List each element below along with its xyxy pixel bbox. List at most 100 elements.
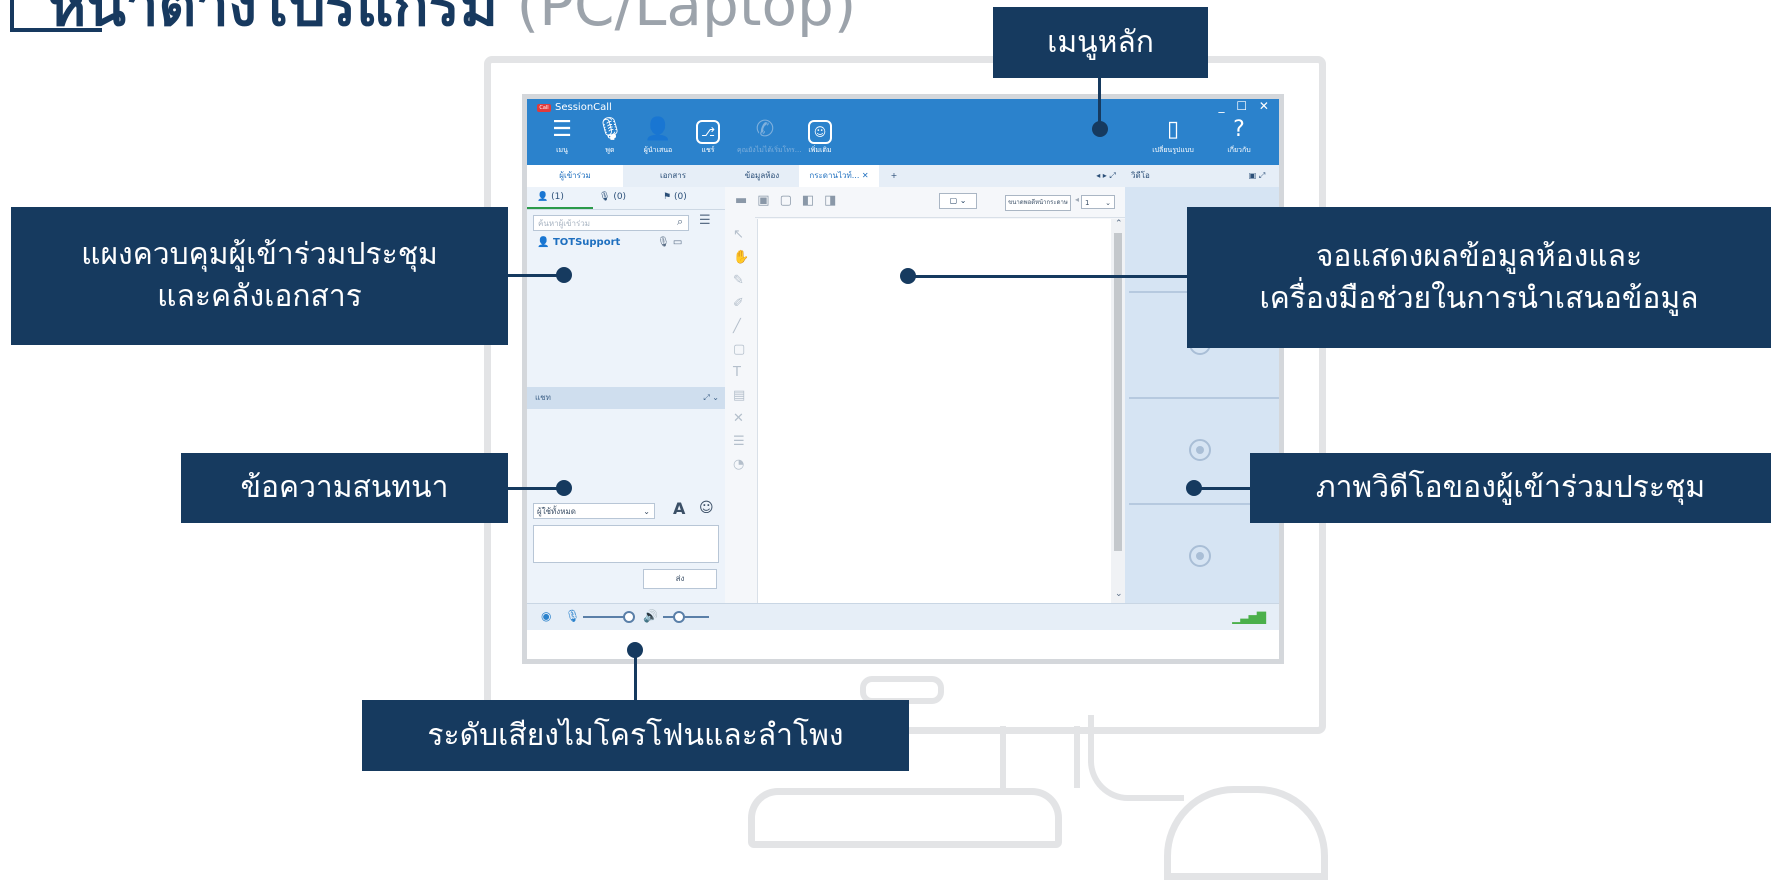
callout-chat: ข้อความสนทนา (181, 453, 508, 523)
microphone-volume-icon[interactable]: 🎙 (565, 609, 580, 623)
connector-display-area (908, 275, 1187, 278)
tab-scroll-arrows[interactable]: ◂ ▸ ⤢ (1089, 165, 1123, 187)
speaker-volume-slider[interactable] (663, 616, 709, 618)
call-button[interactable]: ✆ คุณยังไม่ได้เริ่มโทร... (737, 117, 802, 163)
phone-icon: ✆ (755, 117, 775, 142)
chat-expand-icon[interactable]: ⤢ ⌄ (703, 387, 719, 409)
font-icon[interactable]: A (673, 499, 685, 518)
video-panel-title: วิดีโอ (1131, 171, 1150, 180)
layout-button[interactable]: ▯ เปลี่ยนรูปแบบ (1147, 117, 1199, 163)
app-window: Call SessionCall _ ☐ ✕ ☰ เมนู 🎙 พูด 👤 ผู… (522, 94, 1284, 664)
drawing-tool-icons[interactable]: ↖ ✋ ✎ ✐ ╱ ▢ T ▤ ✕ ☰ ◔ (725, 217, 755, 476)
callout-volume: ระดับเสียงไมโครโฟนและลำโพง (362, 700, 909, 771)
chat-recipient-select[interactable]: ผู้ใช้ทั้งหมด ⌄ (533, 503, 655, 519)
presenter-icon: 👤 (644, 117, 672, 142)
presenter-label: ผู้นำเสนอ (643, 146, 673, 154)
drawing-tools: ↖ ✋ ✎ ✐ ╱ ▢ T ▤ ✕ ☰ ◔ (725, 217, 755, 603)
more-icon: ☺ (808, 120, 832, 144)
help-button[interactable]: ? เกี่ยวกับ (1213, 117, 1265, 163)
tab-row: ผู้เข้าร่วม เอกสาร ข้อมูลห้อง กระดานไวท์… (527, 165, 1279, 188)
layout-label: เปลี่ยนรูปแบบ (1152, 146, 1194, 154)
scroll-down-icon[interactable]: ⌄ (1115, 589, 1123, 599)
help-icon: ? (1233, 117, 1245, 142)
microphone-volume-slider[interactable] (583, 616, 627, 618)
share-button[interactable]: ⎇ แชร์ (687, 117, 729, 163)
chat-title: แชท (535, 393, 551, 402)
speaker-volume-icon[interactable]: 🔊 (643, 609, 658, 623)
page-number-select[interactable]: 1 ⌄ (1081, 195, 1115, 209)
connector-dot (556, 267, 572, 283)
chat-recipient-value: ผู้ใช้ทั้งหมด (537, 507, 576, 516)
talk-label: พูด (605, 146, 615, 154)
call-label: คุณยังไม่ได้เริ่มโทร... (737, 146, 802, 154)
mouse-illustration (1164, 786, 1328, 880)
more-button[interactable]: ☺ เพิ่มเติม (799, 117, 841, 163)
talk-button[interactable]: 🎙 พูด (589, 117, 631, 163)
connector-volume (634, 652, 637, 700)
microphone-icon: 🎙 (596, 117, 624, 142)
close-icon[interactable]: ✕ (862, 171, 869, 180)
flag-icon: ⚑ (663, 192, 672, 202)
page-title: หน้าต่างโปรแกรม (PC/Laptop) (48, 0, 856, 40)
emoji-icon[interactable]: ☺ (699, 500, 714, 516)
callout-participant-panel: แผงควบคุมผู้เข้าร่วมประชุม และคลังเอกสาร (11, 207, 508, 345)
monitor-base (748, 788, 1062, 848)
document-tool-icons[interactable]: ▬▣▢◧◨ (735, 193, 846, 208)
list-icon[interactable]: ☰ (699, 213, 711, 228)
tab-participants[interactable]: ผู้เข้าร่วม (527, 165, 623, 187)
tab-whiteboard[interactable]: กระดานไวท์... ✕ (799, 165, 879, 187)
raised-hand-filter[interactable]: ⚑ (0) (663, 192, 687, 202)
status-bar: ◉ 🎙 🔊 ▁▃▅▇ (527, 603, 1279, 630)
page-title-bold: หน้าต่างโปรแกรม (48, 0, 499, 39)
app-title: SessionCall (555, 102, 612, 113)
participants-filter[interactable]: 👤 (1) (537, 192, 564, 202)
chat-header: แชท ⤢ ⌄ (527, 387, 725, 409)
callout-main-menu: เมนูหลัก (993, 7, 1208, 78)
add-tab-button[interactable]: + (883, 165, 905, 187)
connector-dot (627, 642, 643, 658)
participant-name: TOTSupport (552, 237, 621, 248)
tab-whiteboard-label: กระดานไวท์... (809, 171, 860, 180)
callout-video: ภาพวิดีโอของผู้เข้าร่วมประชุม (1250, 453, 1771, 523)
menu-button[interactable]: ☰ เมนู (541, 117, 583, 163)
signal-strength-icon: ▁▃▅▇ (1232, 610, 1266, 624)
color-select[interactable]: ▢ ⌄ (939, 193, 977, 209)
scrollbar-thumb[interactable] (1114, 233, 1122, 551)
callout-participant-panel-line1: แผงควบคุมผู้เข้าร่วมประชุม (81, 237, 438, 272)
mic-small-icon: 🎙 (599, 192, 611, 202)
mouse-cable (1088, 715, 1184, 801)
page-title-light: (PC/Laptop) (516, 0, 857, 39)
search-icon[interactable]: ⌕ (677, 215, 683, 229)
participant-mic-icon[interactable]: 🎙 ▭ (657, 237, 682, 248)
participant-item[interactable]: 👤 TOTSupport (537, 237, 620, 248)
chat-message-input[interactable] (533, 525, 719, 563)
participant-search-input[interactable]: ค้นหาผู้เข้าร่วม (533, 215, 689, 231)
document-area: ▬▣▢◧◨ ▢ ⌄ ขนาดพอดีหน้ากระดาษ ◂ 1 ⌄ ↖ ✋ ✎ ✐ ╱ ▢… (725, 187, 1125, 603)
send-button[interactable]: ส่ง (643, 569, 717, 589)
speakers-count: (0) (613, 192, 627, 202)
zoom-select[interactable]: ขนาดพอดีหน้ากระดาษ (1005, 195, 1071, 211)
page-chevron-icon: ⌄ (1105, 199, 1111, 207)
person-icon: 👤 (537, 192, 549, 202)
menu-icon: ☰ (552, 117, 572, 142)
microphone-volume-knob[interactable] (623, 611, 635, 623)
speakers-filter[interactable]: 🎙 (0) (599, 192, 626, 202)
speaker-volume-knob[interactable] (673, 611, 685, 623)
chevron-down-icon: ⌄ (643, 507, 650, 516)
page-number-value: 1 (1085, 199, 1090, 207)
connector-video (1194, 487, 1250, 490)
scroll-up-icon[interactable]: ⌃ (1115, 219, 1123, 229)
tab-room-info[interactable]: ข้อมูลห้อง (727, 165, 797, 187)
presenter-button[interactable]: 👤 ผู้นำเสนอ (637, 117, 679, 163)
connector-dot (1186, 480, 1202, 496)
callout-display-line1: จอแสดงผลข้อมูลห้องและ (1315, 238, 1643, 274)
window-controls[interactable]: _ ☐ ✕ (1219, 99, 1273, 113)
person-icon: 👤 (537, 237, 550, 248)
tab-documents[interactable]: เอกสาร (623, 165, 723, 187)
network-icon: ◉ (541, 609, 552, 623)
layout-icon: ▯ (1166, 117, 1180, 142)
help-label: เกี่ยวกับ (1227, 146, 1251, 154)
expand-icon[interactable]: ▣ ⤢ (1239, 165, 1275, 187)
prev-page-icon[interactable]: ◂ (1075, 195, 1079, 204)
participants-count: (1) (551, 192, 564, 202)
